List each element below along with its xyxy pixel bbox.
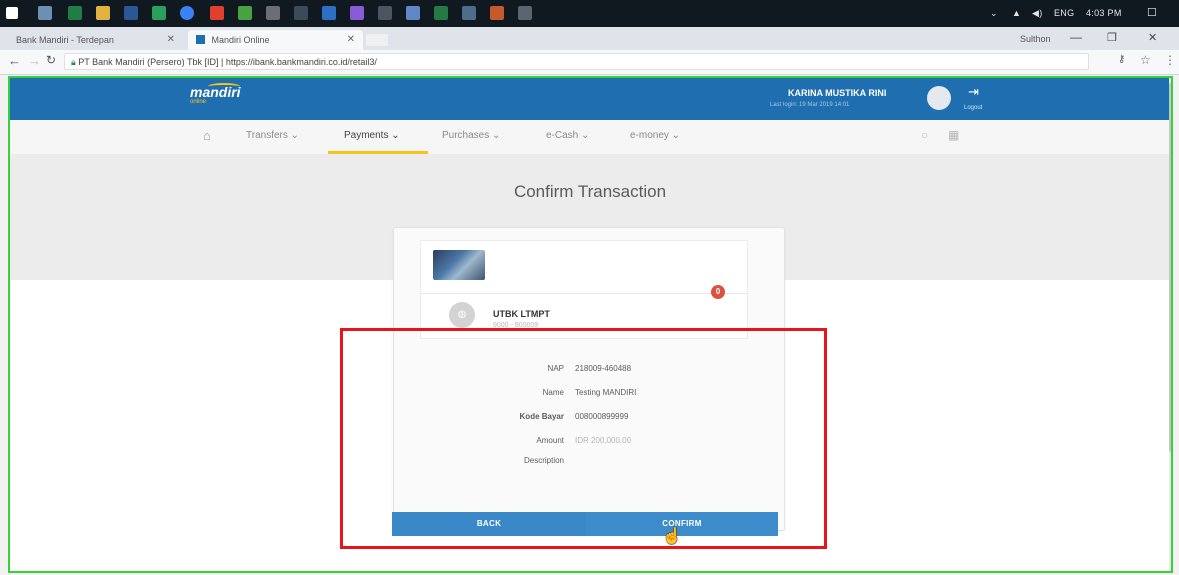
search-icon[interactable]	[38, 6, 52, 20]
star-icon[interactable]: ☆	[1140, 53, 1151, 67]
debit-card-image	[433, 250, 485, 280]
volume-icon[interactable]: ◀)	[1032, 8, 1043, 19]
chat-app-icon[interactable]	[152, 6, 166, 20]
last-login: Last login: 19 Mar 2019 14:01	[770, 102, 850, 108]
biller-name: UTBK LTMPT	[493, 309, 550, 319]
excel-app-icon[interactable]	[434, 6, 448, 20]
main-nav: ⌂ Transfers ⌄ Payments ⌄ Purchases ⌄ e-C…	[10, 120, 1169, 155]
notes-app-icon[interactable]	[266, 6, 280, 20]
clock[interactable]: 4:03 PM	[1086, 8, 1122, 18]
nav-transfers[interactable]: Transfers ⌄	[246, 130, 299, 141]
logout-icon[interactable]: ⇥	[968, 84, 979, 100]
app-icon[interactable]	[518, 6, 532, 20]
tab-bank-mandiri[interactable]: Bank Mandiri - Terdepan ✕	[8, 30, 183, 50]
outlook-app-icon[interactable]	[322, 6, 336, 20]
nav-ecash[interactable]: e-Cash ⌄	[546, 130, 589, 141]
close-icon[interactable]: ✕	[167, 30, 175, 50]
gallery-app-icon[interactable]	[462, 6, 476, 20]
nav-payments[interactable]: Payments ⌄	[344, 130, 400, 141]
forward-arrow-icon[interactable]: →	[28, 53, 41, 68]
tray-chevron-icon[interactable]: ⌄	[990, 8, 998, 19]
file-explorer-icon[interactable]	[96, 6, 110, 20]
chrome-icon[interactable]	[180, 6, 194, 20]
app-header: mandiri online KARINA MUSTIKA RINI Last …	[10, 78, 1169, 120]
logout-label[interactable]: Logout	[964, 105, 982, 111]
spreadsheet-app-icon[interactable]	[68, 6, 82, 20]
home-icon[interactable]: ⌂	[203, 128, 211, 143]
media-app-icon[interactable]	[210, 6, 224, 20]
nav-emoney[interactable]: e-money ⌄	[630, 130, 680, 141]
minimize-icon[interactable]: —	[1070, 30, 1082, 44]
browser-app-icon[interactable]	[406, 6, 420, 20]
notification-icon[interactable]: ☐	[1147, 6, 1157, 19]
address-bar[interactable]: 🔒︎ PT Bank Mandiri (Persero) Tbk [ID] | …	[64, 53, 1089, 70]
new-tab-button[interactable]	[366, 34, 388, 46]
user-name: KARINA MUSTIKA RINI	[788, 88, 887, 98]
close-icon[interactable]: ✕	[347, 30, 355, 50]
mandiri-favicon-icon	[196, 35, 205, 44]
terminal-app-icon[interactable]	[294, 6, 308, 20]
word-app-icon[interactable]	[124, 6, 138, 20]
browser-toolbar: ← → ↻ 🔒︎ PT Bank Mandiri (Persero) Tbk […	[0, 50, 1179, 75]
biller-summary: 0 ◍ UTBK LTMPT 9000 - 900009	[420, 240, 748, 339]
windows-taskbar: ⌄ ▲ ◀) ENG 4:03 PM ☐	[0, 0, 1179, 27]
url-text: PT Bank Mandiri (Persero) Tbk [ID] | htt…	[78, 57, 377, 67]
browser-tab-strip: Bank Mandiri - Terdepan ✕ Mandiri Online…	[0, 27, 1179, 50]
avatar[interactable]	[927, 86, 951, 110]
grid-icon[interactable]: ▦	[948, 128, 959, 142]
nav-purchases[interactable]: Purchases ⌄	[442, 130, 500, 141]
tab-title: Bank Mandiri - Terdepan	[16, 35, 114, 45]
photos-app-icon[interactable]	[238, 6, 252, 20]
windows-start-icon[interactable]	[6, 7, 18, 19]
ppt-app-icon[interactable]	[490, 6, 504, 20]
tab-mandiri-online[interactable]: Mandiri Online ✕	[188, 30, 363, 50]
network-icon[interactable]: ▲	[1012, 8, 1021, 18]
language-indicator[interactable]: ENG	[1054, 8, 1074, 18]
paint-app-icon[interactable]	[350, 6, 364, 20]
logo-wave-icon	[208, 83, 240, 90]
menu-dots-icon[interactable]: ⋮	[1164, 53, 1176, 67]
key-icon[interactable]: ⚷	[1118, 54, 1125, 65]
biller-logo-icon: ◍	[457, 309, 467, 320]
reload-icon[interactable]: ↻	[46, 53, 56, 67]
profile-label[interactable]: Sulthon	[1020, 34, 1051, 44]
close-window-icon[interactable]: ✕	[1148, 31, 1157, 44]
page-title: Confirm Transaction	[513, 182, 667, 201]
search-icon[interactable]: ○	[921, 128, 928, 142]
divider	[421, 293, 747, 294]
scrollbar-thumb[interactable]	[1169, 82, 1171, 452]
highlight-box	[340, 328, 827, 549]
biller-avatar: ◍	[449, 302, 475, 328]
mandiri-logo[interactable]: mandiri online	[190, 83, 241, 105]
page-scrollbar[interactable]	[1169, 78, 1171, 571]
tab-title: Mandiri Online	[211, 35, 270, 45]
notification-badge: 0	[711, 285, 725, 299]
back-arrow-icon[interactable]: ←	[8, 53, 21, 68]
calculator-app-icon[interactable]	[378, 6, 392, 20]
maximize-icon[interactable]: ❐	[1107, 31, 1117, 44]
